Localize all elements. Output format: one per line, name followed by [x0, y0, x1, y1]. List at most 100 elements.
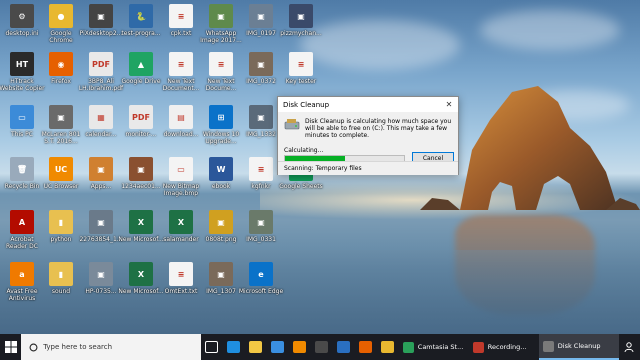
- desktop-icon-image: ▣: [289, 4, 313, 28]
- dialog-titlebar[interactable]: Disk Cleanup ✕: [278, 97, 458, 112]
- desktop-icon-image: ▣: [249, 210, 273, 234]
- taskbar-task-view-button[interactable]: [201, 334, 223, 360]
- desktop-icon-image: ▣: [209, 262, 233, 286]
- desktop-icon[interactable]: UC UC Browser: [39, 155, 83, 213]
- desktop-icon-image: A: [10, 210, 34, 234]
- desktop-icon[interactable]: ▣ IMG_1307: [199, 260, 243, 318]
- desktop-icon-image: ▣: [249, 52, 273, 76]
- desktop-icon[interactable]: PDF monitor-...: [119, 103, 163, 161]
- taskbar-window-button[interactable]: Recording...: [469, 334, 539, 360]
- desktop-icon[interactable]: X New Microsof...: [118, 260, 164, 318]
- dialog-title: Disk Cleanup: [283, 100, 330, 109]
- task-view-icon: [205, 341, 219, 353]
- desktop-icon[interactable]: ▣ Apps...: [79, 155, 123, 213]
- desktop-icon-image: ▲: [129, 52, 153, 76]
- desktop-icon-image: ▣: [49, 105, 73, 129]
- desktop-icon-image: UC: [49, 157, 73, 181]
- desktop-icon-image: ⚙: [10, 4, 34, 28]
- taskbar-chrome-button[interactable]: [377, 334, 399, 360]
- open-windows: Camtasia St... Recording... Disk Cleanup: [399, 334, 619, 360]
- desktop-icon[interactable]: ▣ HP-0735...: [79, 260, 123, 318]
- desktop-icon-image: ●: [49, 4, 73, 28]
- desktop-icon[interactable]: ▣ McLaren 801 S.T. 2016...: [39, 103, 83, 161]
- notification-area[interactable]: [619, 334, 640, 360]
- start-button[interactable]: [0, 334, 21, 360]
- desktop-icon-image: ≡: [169, 4, 193, 28]
- desktop-icon[interactable]: ▮ sound: [39, 260, 83, 318]
- search-icon: [29, 343, 38, 351]
- desktop-icon-image: X: [129, 210, 153, 234]
- window-app-icon: [402, 341, 414, 353]
- desktop-icon-image: ≡: [209, 52, 233, 76]
- disk-cleanup-dialog: Disk Cleanup ✕ Disk Cleanup is calculati…: [277, 96, 459, 175]
- desktop-icon-image: 🗑: [10, 157, 34, 181]
- desktop-icon[interactable]: ▣ 1234aec01...: [119, 155, 163, 213]
- desktop-icon-image: 🐍: [129, 4, 153, 28]
- calculating-label: Calculating...: [284, 147, 324, 154]
- desktop-icon-label: pizzmychan...: [280, 30, 322, 37]
- desktop-icon-image: ▣: [249, 4, 273, 28]
- desktop-icon[interactable]: ≡ OmtExt.txt: [159, 260, 203, 318]
- desktop-icon[interactable]: ▭ New Bitmap Image.bmp: [159, 155, 203, 213]
- desktop-icon[interactable]: ▣ IMG_0331: [239, 208, 283, 266]
- file-explorer-icon: [249, 341, 263, 353]
- desktop-icon[interactable]: ▦ calendar...: [79, 103, 123, 161]
- desktop-icon[interactable]: ▮ python: [39, 208, 83, 266]
- desktop-icon[interactable]: ▣ 0808t.png: [199, 208, 243, 266]
- desktop-icon[interactable]: X New Microsof...: [118, 208, 164, 266]
- desktop-icon[interactable]: ▤ download...: [159, 103, 203, 161]
- desktop-icon-image: ⊞: [209, 105, 233, 129]
- desktop-icon-image: ≡: [169, 262, 193, 286]
- desktop-icon[interactable]: ≡ New Text Document...: [159, 50, 203, 108]
- desktop-icon[interactable]: PDF 3BP8_Ali LH.Ibrahim.pdf: [79, 50, 123, 108]
- people-icon: [624, 342, 634, 353]
- edge-icon: [227, 341, 241, 353]
- desktop-icon[interactable]: e Microsoft Edge: [239, 260, 283, 318]
- taskbar-file-explorer-button[interactable]: [245, 334, 267, 360]
- window-label: Camtasia St...: [417, 343, 464, 351]
- desktop-icon[interactable]: ⊞ Windows 10 Upgrade...: [199, 103, 243, 161]
- taskbar-app-blue-button[interactable]: [333, 334, 355, 360]
- desktop-icon-image: ≡: [169, 52, 193, 76]
- taskbar-vlc-button[interactable]: [289, 334, 311, 360]
- desktop-icon-image: W: [209, 157, 233, 181]
- window-label: Disk Cleanup: [557, 342, 601, 350]
- search-box[interactable]: Type here to search: [21, 334, 201, 360]
- search-placeholder: Type here to search: [43, 343, 113, 351]
- taskbar-firefox-button[interactable]: [355, 334, 377, 360]
- desktop-icon[interactable]: ▣ 22763854_1...: [79, 208, 123, 266]
- desktop-icon-label: Key tester: [285, 78, 317, 85]
- desktop-icon-image: ▭: [169, 157, 193, 181]
- store-icon: [271, 341, 285, 353]
- desktop-icon[interactable]: ▲ Google Drive: [119, 50, 163, 108]
- desktop-icon[interactable]: Xsalamander: [159, 208, 203, 266]
- desktop-icon-image: ▣: [129, 157, 153, 181]
- desktop-icon-image: ▣: [209, 210, 233, 234]
- desktop-icon-label: Microsoft Edge: [238, 288, 284, 295]
- taskbar-window-button[interactable]: Camtasia St...: [399, 334, 469, 360]
- chrome-icon: [381, 341, 395, 353]
- taskbar-store-button[interactable]: [267, 334, 289, 360]
- desktop-icon-image: ▣: [249, 105, 273, 129]
- vlc-icon: [293, 341, 307, 353]
- windows-logo-icon: [4, 341, 17, 353]
- app-dark-icon: [315, 341, 329, 353]
- desktop-icon-image: ▣: [89, 262, 113, 286]
- desktop-icon[interactable]: Webook: [199, 155, 243, 213]
- desktop-icon-image: ▣: [89, 157, 113, 181]
- desktop-icon[interactable]: ≡ New Text Docume...: [199, 50, 243, 108]
- desktop-icon-label: IMG_0331: [246, 236, 276, 243]
- desktop-icon-image: PDF: [129, 105, 153, 129]
- desktop-icon-image: ▣: [209, 4, 233, 28]
- desktop-icon-image: ◉: [49, 52, 73, 76]
- desktop-icon-image: a: [10, 262, 34, 286]
- dialog-message: Disk Cleanup is calculating how much spa…: [305, 118, 452, 139]
- window-app-icon: [542, 340, 554, 352]
- taskbar-edge-button[interactable]: [223, 334, 245, 360]
- desktop-icon[interactable]: ◉ Firefox: [39, 50, 83, 108]
- taskbar-window-button[interactable]: Disk Cleanup: [538, 334, 619, 360]
- close-icon[interactable]: ✕: [444, 100, 454, 110]
- taskbar-app-dark-button[interactable]: [311, 334, 333, 360]
- desktop-icon-label: Google Sheets: [279, 183, 323, 190]
- taskbar: Type here to search Camtasia St... Record…: [0, 334, 640, 360]
